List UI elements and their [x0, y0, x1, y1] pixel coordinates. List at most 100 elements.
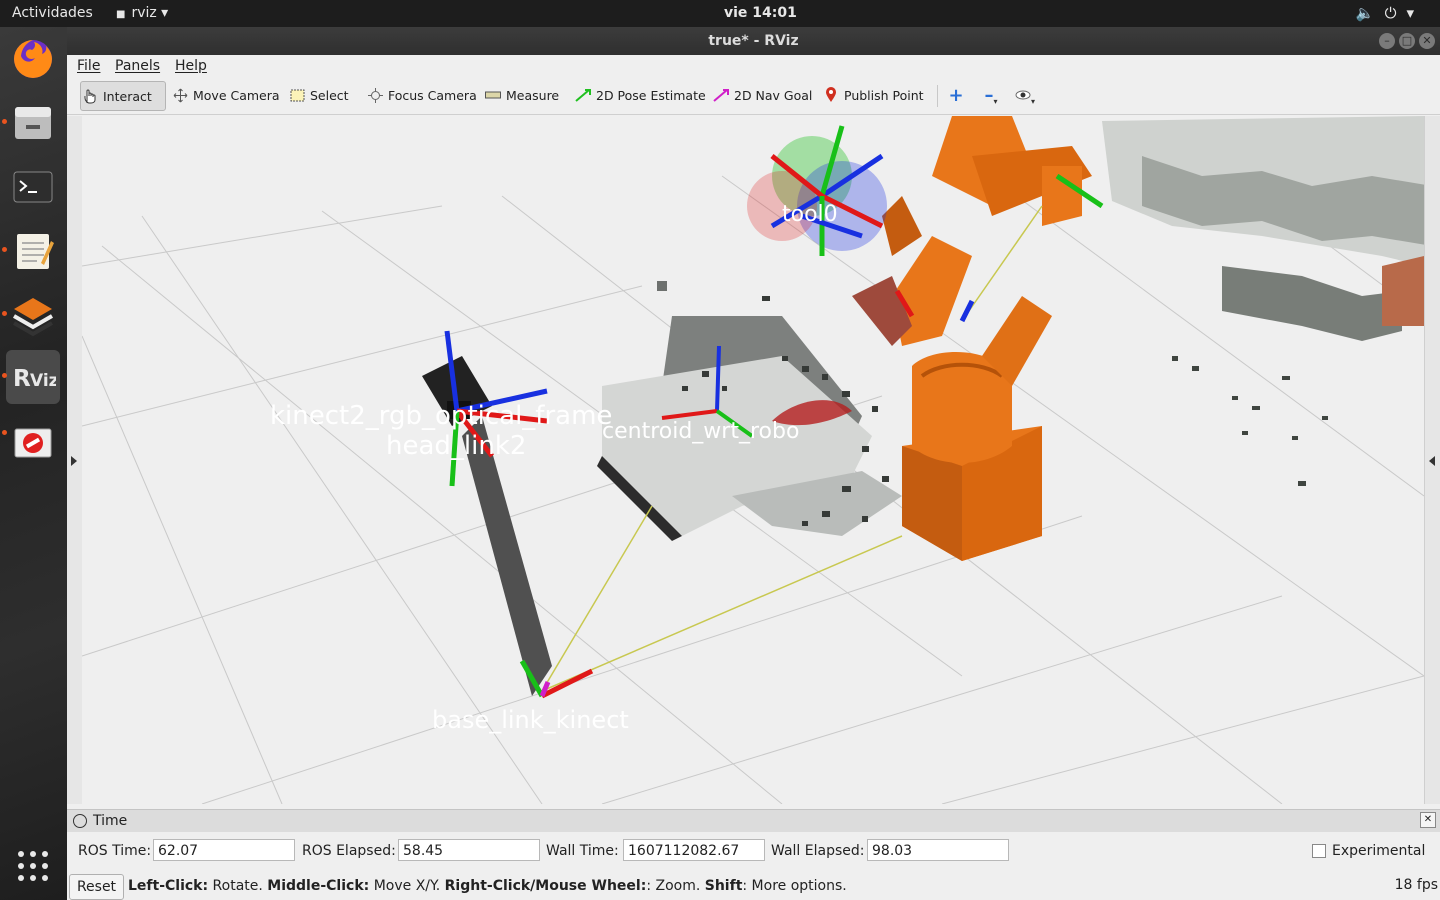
- hint-rotate: Rotate.: [208, 878, 268, 894]
- activities-button[interactable]: Actividades: [12, 5, 93, 21]
- tool-interact-label: Interact: [103, 88, 152, 104]
- terminal-icon[interactable]: [6, 160, 60, 214]
- app-menu[interactable]: ■ rviz ▾: [116, 5, 168, 21]
- hint-middle-click: Middle-Click:: [267, 878, 370, 894]
- remove-tool-minus-icon[interactable]: – ▾: [980, 81, 1002, 109]
- chevron-down-icon[interactable]: ▾: [1406, 4, 1424, 22]
- files-icon[interactable]: [6, 96, 60, 150]
- hint-move: Move X/Y.: [369, 878, 445, 894]
- tool-2d-pose-estimate[interactable]: 2D Pose Estimate: [574, 81, 706, 109]
- time-panel-header: Time ✕: [67, 809, 1440, 832]
- volume-icon[interactable]: 🔈: [1356, 4, 1385, 22]
- tool-2d-nav-goal[interactable]: 2D Nav Goal: [712, 81, 812, 109]
- wall-time-label: Wall Time:: [546, 843, 619, 859]
- label-base-link-kinect: base_link_kinect: [432, 706, 629, 734]
- ros-time-label: ROS Time:: [78, 843, 152, 859]
- running-indicator: [2, 430, 7, 435]
- tool-publish-point-label: Publish Point: [844, 87, 924, 103]
- checkbox-box[interactable]: [1312, 844, 1326, 858]
- tool-publish-point[interactable]: Publish Point: [822, 81, 924, 109]
- running-indicator: [2, 119, 7, 124]
- menu-bar: File Panels Help: [67, 55, 1440, 78]
- select-icon: [288, 87, 306, 103]
- tool-focus-camera[interactable]: Focus Camera: [366, 81, 477, 109]
- tool-focus-camera-label: Focus Camera: [388, 87, 477, 103]
- move-camera-icon: [171, 87, 189, 103]
- close-icon[interactable]: ✕: [1419, 33, 1435, 49]
- status-bar: Reset Left-Click: Rotate. Middle-Click: …: [67, 872, 1440, 900]
- 3d-render-viewport[interactable]: kinect2_rgb_optical_frame head_link2 cen…: [82, 116, 1424, 804]
- running-indicator: [2, 311, 7, 316]
- ruler-icon: [484, 87, 502, 103]
- hint-shift: Shift: [704, 878, 743, 894]
- dock: R Viz: [0, 27, 67, 900]
- clock[interactable]: vie 14:01: [724, 5, 797, 21]
- left-panel-collapsed[interactable]: [67, 116, 83, 804]
- firefox-icon[interactable]: [6, 32, 60, 86]
- window-title: true* - RViz: [708, 33, 799, 49]
- layers-icon[interactable]: [6, 288, 60, 342]
- ros-time-field[interactable]: 62.07: [153, 839, 295, 861]
- wall-time-field[interactable]: 1607112082.67: [623, 839, 765, 861]
- scene-canvas[interactable]: kinect2_rgb_optical_frame head_link2 cen…: [82, 116, 1424, 804]
- ros-elapsed-field[interactable]: 58.45: [398, 839, 540, 861]
- block-icon[interactable]: [6, 416, 60, 470]
- app-menu-label: rviz: [131, 5, 157, 21]
- tool-move-camera-label: Move Camera: [193, 87, 280, 103]
- toolbar-separator: [937, 85, 938, 107]
- point-cloud-table: [597, 281, 910, 541]
- apps-grid-icon[interactable]: [6, 839, 60, 893]
- add-tool-plus-icon[interactable]: +: [947, 81, 965, 109]
- rviz-icon[interactable]: R Viz: [6, 350, 60, 404]
- experimental-checkbox[interactable]: Experimental: [1312, 843, 1425, 859]
- expand-left-icon[interactable]: [71, 456, 77, 466]
- tool-interact[interactable]: Interact: [80, 81, 166, 111]
- hand-icon: [81, 88, 99, 104]
- running-indicator: [2, 247, 7, 252]
- running-indicator: [2, 373, 7, 378]
- reset-button[interactable]: Reset: [69, 874, 124, 900]
- green-arrow-icon: [574, 87, 592, 103]
- tool-2d-nav-goal-label: 2D Nav Goal: [734, 87, 813, 103]
- tool-select[interactable]: Select: [288, 81, 349, 109]
- window-titlebar[interactable]: true* - RViz – □ ✕: [67, 27, 1440, 55]
- label-centroid-wrt-robo: centroid_wrt_robo: [602, 419, 799, 444]
- hint-left-click: Left-Click:: [128, 878, 209, 894]
- eye-icon[interactable]: ▾: [1013, 81, 1037, 109]
- hint-zoom: : Zoom.: [646, 878, 705, 894]
- menu-help[interactable]: Help: [175, 58, 207, 74]
- power-icon[interactable]: ⏻: [1385, 4, 1407, 22]
- focus-camera-icon: [366, 87, 384, 103]
- right-panel-collapsed[interactable]: [1424, 116, 1440, 804]
- magenta-arrow-icon: [712, 87, 730, 103]
- svg-text:Viz: Viz: [30, 371, 56, 391]
- minimize-icon[interactable]: –: [1379, 33, 1395, 49]
- status-hint: Left-Click: Rotate. Middle-Click: Move X…: [128, 878, 847, 894]
- tool-measure[interactable]: Measure: [484, 81, 559, 109]
- map-pin-icon: [822, 87, 840, 103]
- point-cloud-background: [1102, 116, 1424, 486]
- time-panel-title: Time: [93, 813, 128, 829]
- system-top-bar: Actividades ■ rviz ▾ vie 14:01 🔈⏻▾: [0, 0, 1440, 27]
- text-editor-icon[interactable]: [6, 224, 60, 278]
- menu-file[interactable]: File: [77, 58, 100, 74]
- ros-elapsed-label: ROS Elapsed:: [302, 843, 396, 859]
- tool-move-camera[interactable]: Move Camera: [171, 81, 280, 109]
- expand-right-icon[interactable]: [1429, 456, 1435, 466]
- maximize-icon[interactable]: □: [1399, 33, 1415, 49]
- wall-elapsed-field[interactable]: 98.03: [867, 839, 1009, 861]
- fps-counter: 18 fps: [1394, 877, 1438, 893]
- tool-measure-label: Measure: [506, 87, 560, 103]
- experimental-label: Experimental: [1332, 843, 1426, 859]
- wall-elapsed-label: Wall Elapsed:: [771, 843, 865, 859]
- hint-right-click: Right-Click/Mouse Wheel:: [444, 878, 647, 894]
- clock-icon: [73, 814, 87, 828]
- close-panel-icon[interactable]: ✕: [1420, 812, 1436, 828]
- label-tool0: tool0: [782, 202, 838, 227]
- menu-panels[interactable]: Panels: [115, 58, 160, 74]
- system-tray[interactable]: 🔈⏻▾: [1356, 4, 1424, 22]
- rviz-small-icon: ■: [116, 9, 126, 20]
- tool-2d-pose-estimate-label: 2D Pose Estimate: [596, 87, 706, 103]
- hint-more: : More options.: [742, 878, 847, 894]
- label-head-link2: head_link2: [386, 431, 526, 461]
